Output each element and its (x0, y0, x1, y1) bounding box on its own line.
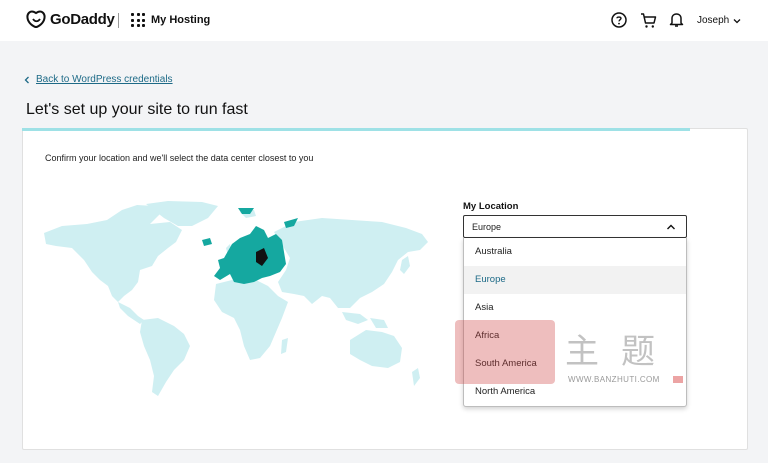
chevron-left-icon (24, 76, 29, 83)
help-icon[interactable] (611, 12, 627, 28)
option-north-america[interactable]: North America (464, 378, 686, 406)
north-america-region (44, 205, 182, 302)
location-label: My Location (463, 201, 519, 212)
location-select-value: Europe (472, 222, 502, 232)
brand-logo[interactable]: GoDaddy (26, 10, 115, 28)
location-select[interactable]: Europe (463, 215, 687, 238)
south-america-region (140, 318, 190, 396)
brand-name: GoDaddy (50, 10, 115, 28)
user-menu[interactable]: Joseph (697, 15, 741, 26)
bell-icon[interactable] (669, 11, 684, 28)
page-title: Let's set up your site to run fast (26, 101, 248, 118)
godaddy-logo-icon (26, 10, 46, 28)
chevron-down-icon (733, 18, 741, 23)
option-australia[interactable]: Australia (464, 238, 686, 266)
world-map (44, 201, 428, 396)
top-header: GoDaddy My Hosting Joseph (0, 0, 768, 41)
map-land (44, 201, 428, 396)
back-link-label[interactable]: Back to WordPress credentials (36, 74, 173, 85)
chevron-up-icon (667, 224, 675, 230)
user-name: Joseph (697, 15, 730, 26)
back-link[interactable]: Back to WordPress credentials (24, 74, 173, 85)
location-dropdown: Australia Europe Asia Africa South Ameri… (463, 238, 687, 407)
instruction-text: Confirm your location and we'll select t… (45, 153, 314, 163)
option-south-america[interactable]: South America (464, 350, 686, 378)
product-name[interactable]: My Hosting (151, 14, 210, 26)
progress-bar (22, 128, 690, 131)
cart-icon[interactable] (640, 12, 657, 29)
australia-region (350, 330, 402, 368)
option-europe[interactable]: Europe (464, 266, 686, 294)
africa-region (214, 278, 288, 360)
header-divider (118, 13, 119, 28)
option-africa[interactable]: Africa (464, 322, 686, 350)
apps-grid-icon[interactable] (131, 13, 145, 27)
option-asia[interactable]: Asia (464, 294, 686, 322)
